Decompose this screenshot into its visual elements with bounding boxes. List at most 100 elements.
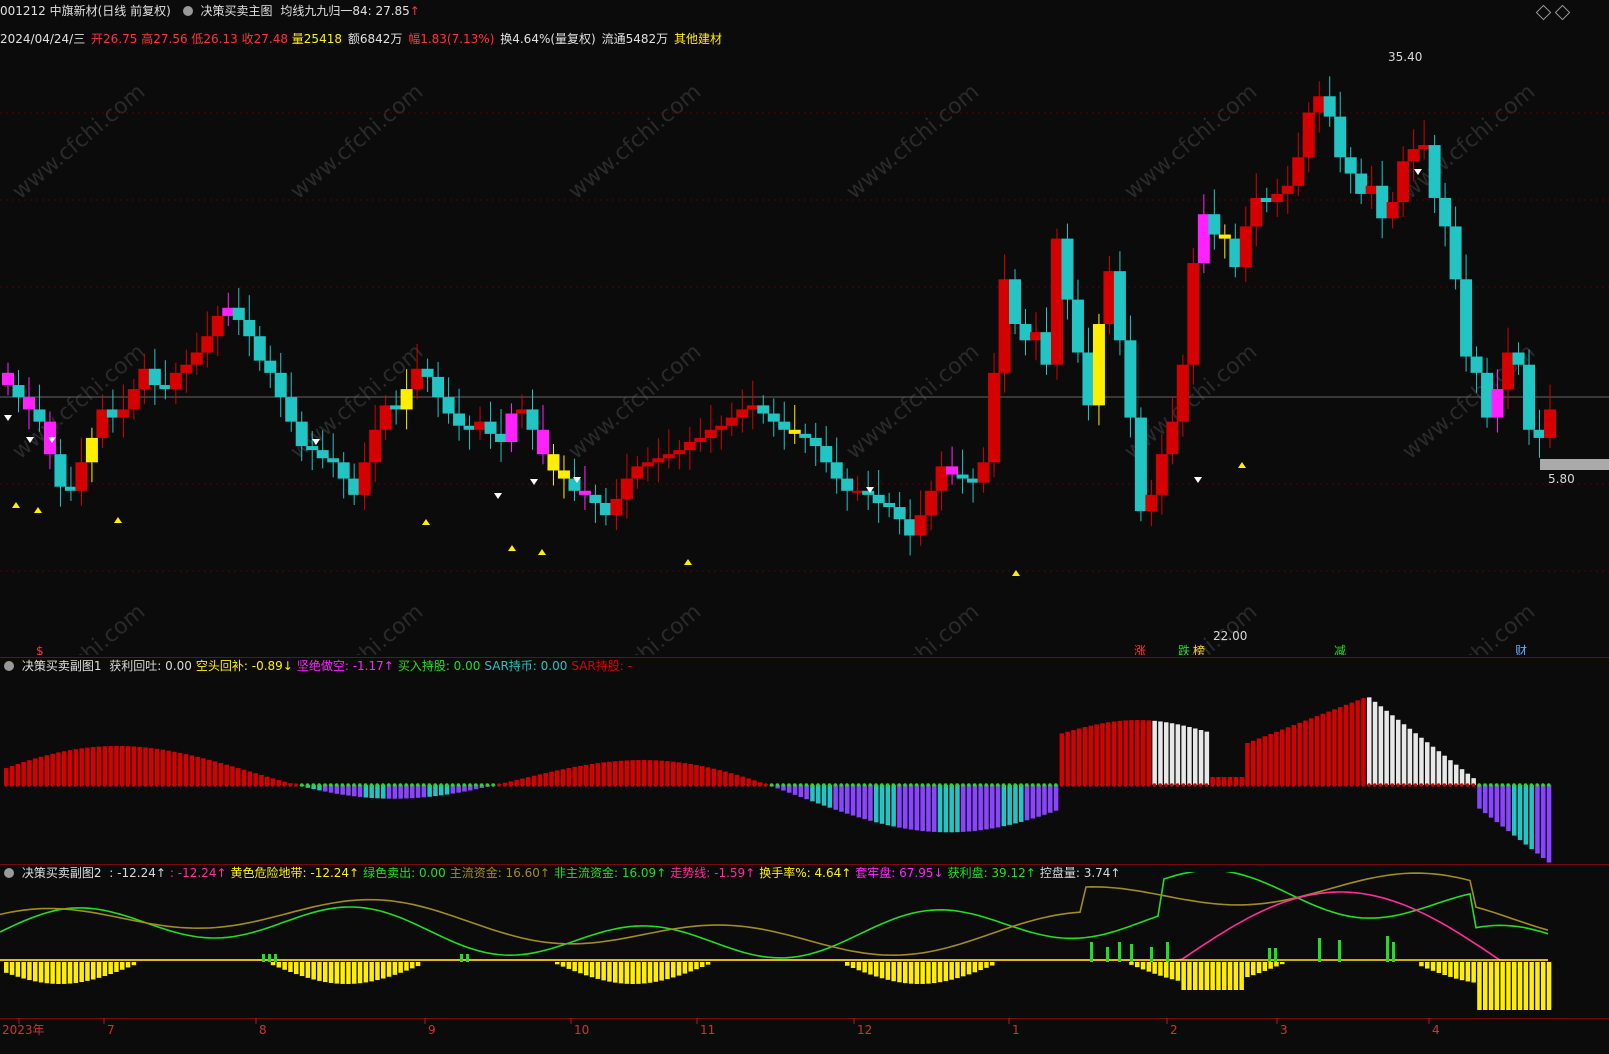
- danger-bar: [386, 962, 392, 977]
- zero-dot: [456, 783, 461, 787]
- danger-bar: [682, 962, 688, 974]
- zero-dot: [247, 783, 252, 787]
- zero-dot: [236, 783, 240, 787]
- zero-dot: [131, 783, 136, 787]
- candle-body: [1323, 96, 1336, 117]
- zero-dot: [195, 783, 200, 787]
- candle-body: [1523, 364, 1536, 430]
- zero-dot: [213, 783, 217, 787]
- histogram-bar: [178, 752, 183, 785]
- candle-body: [1313, 96, 1326, 113]
- danger-bar: [1535, 962, 1540, 1010]
- histogram-bar: [369, 785, 374, 798]
- zero-dot: [1048, 783, 1052, 787]
- axis-label: 7: [107, 1023, 115, 1037]
- histogram-bar: [67, 750, 73, 785]
- sub2-lines-chart[interactable]: [0, 872, 1609, 1017]
- danger-bar: [978, 962, 983, 971]
- zero-dot: [590, 783, 594, 787]
- danger-bar: [1262, 962, 1268, 971]
- danger-bar: [618, 962, 624, 984]
- danger-bar: [955, 962, 960, 979]
- zero-dot: [427, 783, 432, 787]
- danger-bar: [1454, 962, 1459, 979]
- danger-bar: [323, 962, 328, 983]
- histogram-bar: [630, 760, 635, 785]
- danger-bar: [282, 962, 287, 970]
- danger-bar: [369, 962, 374, 982]
- zero-dot: [1378, 783, 1383, 787]
- zero-dot: [677, 783, 681, 787]
- histogram-bar: [555, 770, 560, 785]
- danger-bar: [392, 962, 398, 975]
- danger-bar: [1523, 962, 1529, 1010]
- candle-body: [652, 458, 665, 463]
- histogram-bar: [1059, 733, 1065, 785]
- zero-dot: [711, 783, 716, 787]
- danger-bar: [624, 962, 630, 984]
- main-candlestick-chart[interactable]: www.cfchi.com www.cfchi.com www.cfchi.com w…: [0, 0, 1609, 655]
- zero-dot: [1436, 783, 1441, 787]
- zero-dot: [421, 783, 426, 787]
- histogram-bar: [1135, 720, 1140, 785]
- zero-dot: [445, 783, 449, 787]
- candle-body: [1218, 234, 1231, 239]
- candle-body: [12, 385, 25, 398]
- zero-dot: [340, 783, 345, 787]
- histogram-bar: [1390, 715, 1395, 785]
- zero-dot: [1001, 783, 1006, 787]
- danger-bar: [891, 962, 896, 982]
- zero-dot: [595, 783, 600, 787]
- histogram-bar: [676, 762, 682, 785]
- sub1-histogram[interactable]: [0, 664, 1609, 864]
- candle-body: [295, 421, 308, 447]
- zero-dot: [334, 783, 339, 787]
- histogram-bar: [1245, 742, 1250, 785]
- candle-body: [589, 494, 602, 503]
- histogram-bar: [1158, 721, 1163, 785]
- danger-bar: [404, 962, 409, 971]
- danger-bar: [937, 962, 943, 983]
- price-grid: [0, 112, 1609, 572]
- candle-body: [1113, 271, 1126, 341]
- candle-body: [484, 421, 497, 434]
- danger-bar: [1442, 962, 1447, 976]
- zero-dot: [410, 783, 414, 787]
- axis-label: 8: [259, 1023, 267, 1037]
- danger-bar: [27, 962, 32, 981]
- danger-bar: [589, 962, 595, 978]
- histogram-bar: [816, 785, 821, 804]
- zero-dot: [224, 783, 229, 787]
- danger-bar: [630, 962, 635, 984]
- danger-bar: [1448, 962, 1453, 977]
- zero-dot: [984, 783, 988, 787]
- zero-dot: [909, 783, 913, 787]
- sell-signal-bar: [1392, 942, 1395, 962]
- event-bang: 榜: [1193, 643, 1205, 655]
- zero-dot: [1077, 783, 1081, 787]
- candle-body: [22, 397, 35, 410]
- sell-signal-bar: [1150, 947, 1153, 962]
- danger-bar: [920, 962, 925, 984]
- danger-bar: [415, 962, 421, 967]
- histogram-bar: [218, 763, 224, 785]
- candle-body: [956, 474, 969, 479]
- zero-dot: [91, 783, 95, 787]
- zero-dot: [862, 783, 867, 787]
- candle-body: [442, 397, 455, 414]
- zero-dot: [996, 783, 1000, 787]
- histogram-bar: [172, 751, 177, 785]
- sell-signal-bar: [1106, 947, 1109, 962]
- danger-bar: [398, 962, 403, 973]
- candle-body: [1071, 299, 1084, 353]
- candle-body: [432, 376, 445, 398]
- histogram-bar: [868, 785, 873, 821]
- zero-dot: [485, 783, 490, 787]
- candle-body: [1470, 356, 1483, 373]
- histogram-bar: [665, 761, 670, 785]
- zero-dot: [120, 783, 124, 787]
- histogram-bar: [108, 746, 113, 785]
- zero-dot: [102, 783, 107, 787]
- candle-body: [1092, 324, 1105, 406]
- histogram-bar: [195, 756, 200, 785]
